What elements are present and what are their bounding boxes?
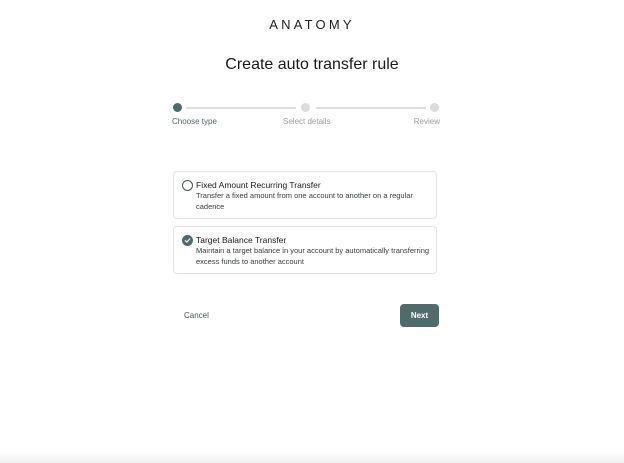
bottom-edge-shadow [0,451,624,463]
radio-checked-icon[interactable] [182,235,193,246]
brand-logo: ANATOMY [269,17,355,32]
stepper-connector [316,107,426,109]
step-dot-review [430,103,439,112]
page-title: Create auto transfer rule [225,56,399,73]
option-title: Fixed Amount Recurring Transfer [196,180,321,190]
page: ANATOMY Create auto transfer rule Choose… [0,0,624,463]
option-title: Target Balance Transfer [196,235,287,245]
step-label-choose-type: Choose type [172,117,217,126]
option-fixed-amount-recurring-transfer[interactable]: Fixed Amount Recurring Transfer Transfer… [173,171,437,219]
next-button[interactable]: Next [400,304,439,327]
cancel-button[interactable]: Cancel [184,311,209,320]
option-description: Maintain a target balance in your accoun… [196,246,430,266]
option-target-balance-transfer[interactable]: Target Balance Transfer Maintain a targe… [173,226,437,274]
checkmark-icon [184,238,191,243]
step-dot-select-details [301,103,310,112]
step-label-review: Review [413,117,440,126]
stepper-connector [186,107,296,109]
step-dot-choose-type [173,103,182,112]
progress-stepper: Choose type Select details Review [172,102,440,132]
option-description: Transfer a fixed amount from one account… [196,191,413,211]
step-label-select-details: Select details [283,117,331,126]
radio-unchecked-icon[interactable] [182,180,193,191]
